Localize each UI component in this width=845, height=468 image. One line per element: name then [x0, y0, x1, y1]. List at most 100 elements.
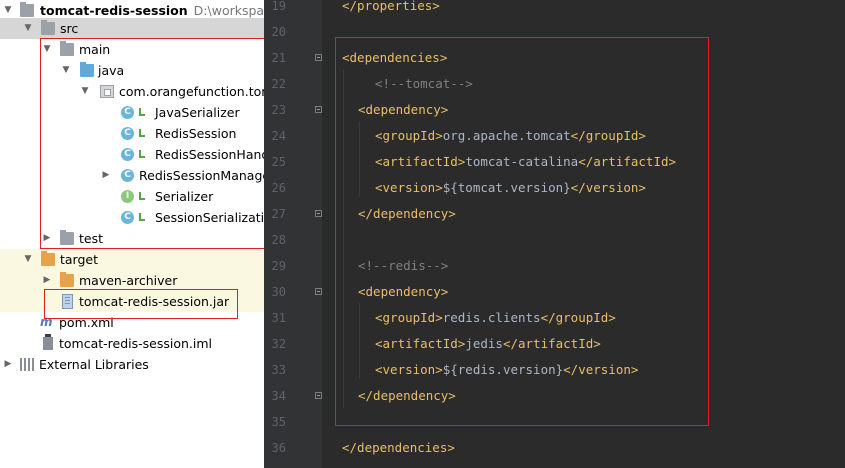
xml-tag: <groupId> [375, 128, 443, 143]
expand-arrow-icon[interactable]: ▼ [42, 39, 52, 60]
line-number: 28 [271, 233, 286, 247]
tree-node-java[interactable]: ▼ java [0, 60, 264, 81]
tree-label: main [79, 42, 111, 57]
tree-node-iml[interactable]: tomcat-redis-session.iml [0, 333, 264, 354]
tree-node-class[interactable]: C JavaSerializer [0, 102, 264, 123]
xml-comment: <!--redis--> [358, 258, 449, 273]
class-icon: C [121, 211, 134, 224]
line-number: 35 [271, 415, 286, 429]
code-line[interactable]: <dependency> [358, 279, 448, 305]
line-number: 31 [271, 311, 286, 325]
line-number: 27 [271, 207, 286, 221]
code-line[interactable]: </properties> [342, 0, 440, 19]
excluded-folder-icon [41, 251, 55, 266]
expand-arrow-icon[interactable]: ▼ [23, 249, 33, 270]
project-name: tomcat-redis-session [40, 3, 188, 18]
xml-text: redis.clients [442, 310, 541, 325]
project-path: D:\workspace\l [193, 3, 264, 18]
xml-tag: </dependency> [358, 388, 456, 403]
source-folder-icon [80, 62, 94, 77]
xml-tag: </version> [563, 362, 639, 377]
code-line[interactable]: </dependencies> [342, 435, 455, 461]
indent-guide [359, 121, 360, 197]
fold-marker-icon[interactable] [315, 210, 322, 217]
tree-node-class[interactable]: C SessionSerializatio [0, 207, 264, 228]
xml-tag: <dependency> [358, 102, 449, 117]
line-number: 26 [271, 181, 286, 195]
code-line[interactable]: </dependency> [358, 383, 456, 409]
line-number: 23 [271, 103, 286, 117]
class-icon: C [121, 169, 134, 182]
tree-label: maven-archiver [79, 273, 178, 288]
tree-node-src[interactable]: ▼ src [0, 18, 264, 39]
xml-tag: </properties> [342, 0, 440, 13]
expand-arrow-icon[interactable]: ▼ [23, 18, 33, 39]
tree-node-pom[interactable]: m pom.xml [0, 312, 264, 333]
tree-label: tomcat-redis-session.iml [59, 336, 213, 351]
xml-tag: </version> [570, 180, 646, 195]
source-leaf-icon [139, 108, 145, 116]
code-line[interactable]: <version>${redis.version}</version> [375, 357, 638, 383]
source-leaf-icon [139, 129, 145, 137]
tree-label: pom.xml [59, 315, 114, 330]
indent-guide [359, 303, 360, 379]
tree-label: External Libraries [39, 357, 149, 372]
fold-marker-icon[interactable] [315, 392, 322, 399]
package-icon [100, 85, 114, 98]
code-line[interactable]: <artifactId>jedis</artifactId> [375, 331, 601, 357]
tree-node-class[interactable]: C RedisSession [0, 123, 264, 144]
code-line[interactable]: </dependency> [358, 201, 456, 227]
tree-node-class[interactable]: ▶ C RedisSessionManage [0, 165, 264, 186]
expand-arrow-icon[interactable]: ▼ [80, 81, 90, 102]
code-line[interactable]: <version>${tomcat.version}</version> [375, 175, 646, 201]
tree-node-package[interactable]: ▼ com.orangefunction.tomc [0, 81, 264, 102]
xml-tag: <version> [375, 180, 443, 195]
line-number: 21 [271, 51, 286, 65]
tree-node-external-libraries[interactable]: ▶ External Libraries [0, 354, 264, 375]
tree-label: tomcat-redis-session.jar [79, 294, 230, 309]
source-leaf-icon [139, 150, 145, 158]
xml-tag: </groupId> [570, 128, 646, 143]
tree-label: SessionSerializatio [155, 210, 264, 225]
code-line[interactable]: <!--redis--> [358, 253, 448, 279]
xml-tag: </dependencies> [342, 440, 455, 455]
line-number: 29 [271, 259, 286, 273]
line-number: 32 [271, 337, 286, 351]
tree-node-test[interactable]: ▶ test [0, 228, 264, 249]
xml-tag: <version> [375, 362, 443, 377]
collapse-arrow-icon[interactable]: ▶ [101, 165, 111, 186]
collapse-arrow-icon[interactable]: ▶ [42, 270, 52, 291]
code-line[interactable]: <!--tomcat--> [375, 71, 473, 97]
tree-node-target[interactable]: ▼ target [0, 249, 264, 270]
code-line[interactable]: <dependencies> [342, 45, 447, 71]
tree-node-interface[interactable]: I Serializer [0, 186, 264, 207]
project-tree-panel: ▼ tomcat-redis-session D:\workspace\l ▼ s… [0, 0, 264, 468]
fold-marker-icon[interactable] [315, 54, 322, 61]
tree-node-main[interactable]: ▼ main [0, 39, 264, 60]
xml-text: tomcat-catalina [465, 154, 579, 169]
tree-label: JavaSerializer [155, 105, 240, 120]
jar-icon [62, 294, 73, 309]
code-line[interactable]: <groupId>redis.clients</groupId> [375, 305, 616, 331]
xml-tag: </artifactId> [578, 154, 677, 169]
xml-tag: <dependencies> [342, 50, 448, 65]
collapse-arrow-icon[interactable]: ▶ [3, 354, 13, 375]
code-line[interactable]: <dependency> [358, 97, 448, 123]
fold-marker-icon[interactable] [315, 106, 322, 113]
xml-tag: <dependency> [358, 284, 449, 299]
line-number: 33 [271, 363, 286, 377]
tree-node-class[interactable]: C RedisSessionHand [0, 144, 264, 165]
folder-icon [41, 20, 55, 35]
source-leaf-icon [139, 192, 145, 200]
tree-node-jar[interactable]: tomcat-redis-session.jar [0, 291, 264, 312]
code-line[interactable]: <artifactId>tomcat-catalina</artifactId> [375, 149, 676, 175]
collapse-arrow-icon[interactable]: ▶ [42, 228, 52, 249]
tree-label: com.orangefunction.tomc [119, 84, 264, 99]
code-line[interactable]: <groupId>org.apache.tomcat</groupId> [375, 123, 646, 149]
xml-tag: </groupId> [540, 310, 616, 325]
module-folder-icon [20, 2, 34, 17]
fold-marker-icon[interactable] [315, 288, 322, 295]
xml-tag: </artifactId> [502, 336, 601, 351]
expand-arrow-icon[interactable]: ▼ [61, 60, 71, 81]
tree-node-maven-archiver[interactable]: ▶ maven-archiver [0, 270, 264, 291]
